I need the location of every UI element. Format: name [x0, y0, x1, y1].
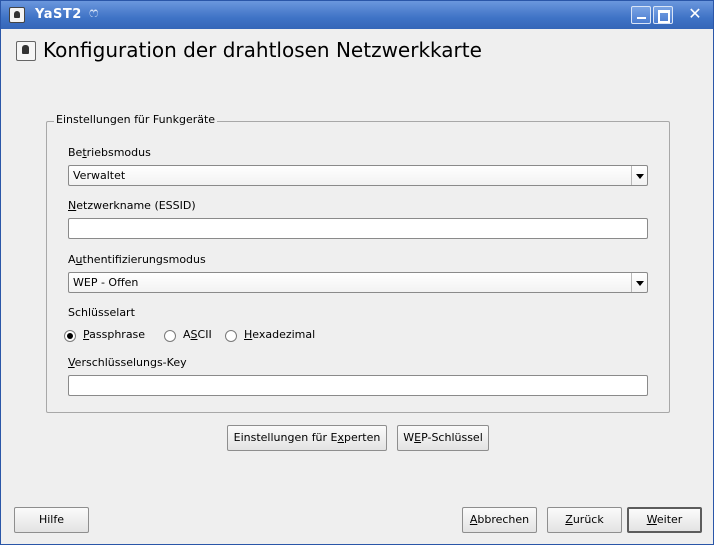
- network-name-label: Netzwerkname (ESSID): [68, 199, 196, 212]
- minimize-button[interactable]: [631, 6, 651, 24]
- swirl-icon: ෆ: [89, 5, 99, 21]
- chevron-down-icon[interactable]: [631, 166, 647, 185]
- ascii-radio[interactable]: [164, 330, 176, 342]
- auth-mode-combo[interactable]: WEP - Offen: [68, 272, 648, 293]
- passphrase-radio[interactable]: [64, 330, 76, 342]
- maximize-icon: [658, 10, 670, 23]
- operating-mode-label: Betriebsmodus: [68, 146, 151, 159]
- yast-app-icon[interactable]: [9, 7, 25, 23]
- passphrase-label[interactable]: Passphrase: [83, 328, 145, 341]
- wireless-card-icon: [16, 41, 36, 61]
- wep-keys-button[interactable]: WEP-Schlüssel: [397, 425, 489, 451]
- next-button[interactable]: Weiter: [627, 507, 702, 533]
- encryption-key-label: Verschlüsselungs-Key: [68, 356, 187, 369]
- cancel-button[interactable]: Abbrechen: [462, 507, 537, 533]
- encryption-key-input[interactable]: [68, 375, 648, 396]
- group-title: Einstellungen für Funkgeräte: [54, 113, 218, 126]
- title-bar[interactable]: YaST2 ෆ ✕: [1, 1, 713, 29]
- window-title: YaST2: [35, 7, 82, 22]
- auth-mode-label: Authentifizierungsmodus: [68, 253, 206, 266]
- auth-mode-value: WEP - Offen: [73, 276, 139, 289]
- ascii-label[interactable]: ASCII: [183, 328, 212, 341]
- yast-window: YaST2 ෆ ✕ Konfiguration der drahtlosen N…: [0, 0, 714, 545]
- maximize-button[interactable]: [653, 6, 673, 24]
- close-icon: ✕: [688, 4, 702, 23]
- operating-mode-combo[interactable]: Verwaltet: [68, 165, 648, 186]
- chevron-down-icon[interactable]: [631, 273, 647, 292]
- back-button[interactable]: Zurück: [547, 507, 622, 533]
- page-title: Konfiguration der drahtlosen Netzwerkkar…: [43, 38, 482, 62]
- hexadecimal-radio[interactable]: [225, 330, 237, 342]
- minimize-icon: [637, 17, 646, 19]
- close-button[interactable]: ✕: [685, 6, 705, 24]
- hexadecimal-label[interactable]: Hexadezimal: [244, 328, 315, 341]
- key-type-label: Schlüsselart: [68, 306, 135, 319]
- operating-mode-value: Verwaltet: [73, 169, 126, 182]
- help-button[interactable]: Hilfe: [14, 507, 89, 533]
- network-name-input[interactable]: [68, 218, 648, 239]
- expert-settings-button[interactable]: Einstellungen für Experten: [227, 425, 387, 451]
